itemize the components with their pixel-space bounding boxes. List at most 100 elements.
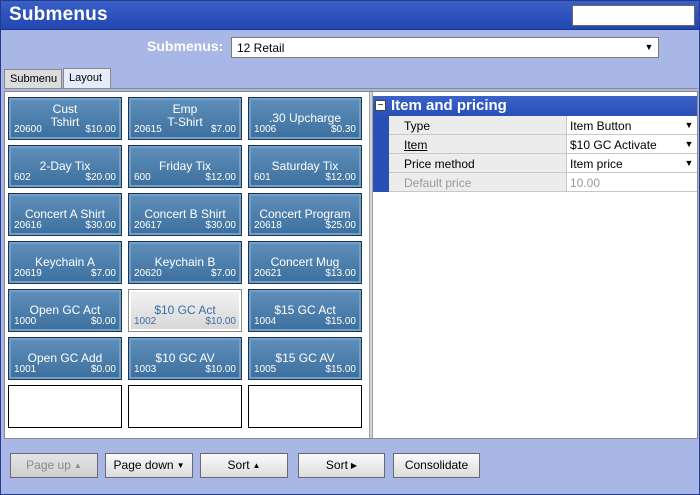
button-label: Page down [113, 458, 174, 472]
button-code: 1002 [134, 316, 157, 327]
button-price: $7.00 [90, 268, 116, 279]
button-code: 1001 [14, 364, 37, 375]
menu-button[interactable]: Open GC Add 1001 $0.00 [8, 337, 122, 380]
menu-button[interactable]: Concert Program 20618 $25.00 [248, 193, 362, 236]
consolidate-button[interactable]: Consolidate [393, 453, 480, 478]
button-code: 20621 [254, 268, 282, 279]
menu-button[interactable]: Open GC Act 1000 $0.00 [8, 289, 122, 332]
menu-button[interactable]: Emp T-Shirt 20615 $7.00 [128, 97, 242, 140]
property-grid: − Item and pricing Type Item Button ▼ Item $… [373, 92, 697, 438]
button-price: $12.00 [325, 172, 356, 183]
button-label: Consolidate [404, 458, 469, 472]
sort-up-button[interactable]: Sort ▲ [200, 453, 288, 478]
menu-button[interactable]: 2-Day Tix 602 $20.00 [8, 145, 122, 188]
menu-button[interactable]: Cust Tshirt 20600 $10.00 [8, 97, 122, 140]
property-row: Item $10 GC Activate ▼ [373, 135, 697, 154]
item-pricing-header[interactable]: − Item and pricing [373, 96, 697, 116]
section-title: Item and pricing [391, 97, 507, 114]
button-price: $7.00 [210, 268, 236, 279]
button-price: $13.00 [325, 268, 356, 279]
submenu-select[interactable]: 12 Retail ▼ [231, 37, 659, 58]
button-price: $30.00 [205, 220, 236, 231]
button-code: 1005 [254, 364, 277, 375]
empty-button-slot[interactable] [248, 385, 362, 428]
property-row: Default price 10.00 [373, 173, 697, 192]
menu-button[interactable]: $10 GC Act 1002 $10.00 [128, 289, 242, 332]
property-key: Item [389, 135, 566, 154]
empty-button-slot[interactable] [8, 385, 122, 428]
menu-button[interactable]: $10 GC AV 1003 $10.00 [128, 337, 242, 380]
bottom-toolbar: Page up ▲ Page down ▼ Sort ▲ Sort ▶ Consolidate [1, 441, 699, 494]
submenu-select-value: 12 Retail [237, 41, 285, 55]
chevron-down-icon[interactable]: ▼ [682, 117, 696, 133]
button-price: $10.00 [205, 364, 236, 375]
property-value-text: $10 GC Activate [570, 138, 657, 152]
submenus-label: Submenus: [147, 38, 224, 54]
tab-layout[interactable]: Layout [63, 68, 111, 89]
button-price: $15.00 [325, 316, 356, 327]
menu-button[interactable]: Keychain B 20620 $7.00 [128, 241, 242, 284]
arrow-up-icon: ▲ [252, 461, 261, 470]
property-key: Type [389, 116, 566, 135]
arrow-up-icon: ▲ [73, 461, 82, 470]
button-label: Sort [325, 458, 348, 472]
page-up-button[interactable]: Page up ▲ [10, 453, 98, 478]
button-label: Page up [26, 458, 71, 472]
button-price: $25.00 [325, 220, 356, 231]
button-price: $0.00 [90, 364, 116, 375]
property-row: Type Item Button ▼ [373, 116, 697, 135]
property-value[interactable]: Item price ▼ [566, 154, 697, 173]
chevron-down-icon[interactable]: ▼ [641, 39, 657, 56]
menu-button[interactable]: $15 GC AV 1005 $15.00 [248, 337, 362, 380]
menu-button[interactable]: Keychain A 20619 $7.00 [8, 241, 122, 284]
menu-button[interactable]: Concert B Shirt 20617 $30.00 [128, 193, 242, 236]
button-code: 20618 [254, 220, 282, 231]
button-code: 1003 [134, 364, 157, 375]
button-label: Sort [227, 458, 250, 472]
title-bar: Submenus [1, 1, 699, 30]
property-value-text: Item price [570, 157, 623, 171]
layout-panel: Cust Tshirt 20600 $10.00 Emp T-Shirt 20615 $7.0… [4, 91, 698, 439]
property-value-text: 10.00 [570, 176, 601, 190]
submenus-window: Submenus Submenus: 12 Retail ▼ Submenu L… [0, 0, 700, 495]
button-price: $30.00 [85, 220, 116, 231]
menu-button[interactable]: Concert A Shirt 20616 $30.00 [8, 193, 122, 236]
menu-button[interactable]: .30 Upcharge 1006 $0.30 [248, 97, 362, 140]
search-input[interactable] [572, 5, 695, 26]
menu-button[interactable]: $15 GC Act 1004 $15.00 [248, 289, 362, 332]
menu-button[interactable]: Concert Mug 20621 $13.00 [248, 241, 362, 284]
property-value: 10.00 [566, 173, 697, 192]
button-code: 20619 [14, 268, 42, 279]
button-code: 20620 [134, 268, 162, 279]
row-gutter [373, 173, 389, 192]
property-value[interactable]: $10 GC Activate ▼ [566, 135, 697, 154]
button-price: $20.00 [85, 172, 116, 183]
row-gutter [373, 135, 389, 154]
chevron-down-icon[interactable]: ▼ [682, 155, 696, 171]
property-value[interactable]: Item Button ▼ [566, 116, 697, 135]
property-value-text: Item Button [570, 119, 632, 133]
property-key: Price method [389, 154, 566, 173]
submenu-selector-bar: Submenus: 12 Retail ▼ [1, 30, 699, 64]
button-code: 1004 [254, 316, 277, 327]
chevron-down-icon[interactable]: ▼ [682, 136, 696, 152]
tab-submenu[interactable]: Submenu [4, 69, 62, 89]
menu-button[interactable]: Saturday Tix 601 $12.00 [248, 145, 362, 188]
menu-button[interactable]: Friday Tix 600 $12.00 [128, 145, 242, 188]
button-price: $12.00 [205, 172, 236, 183]
sort-right-button[interactable]: Sort ▶ [298, 453, 385, 478]
button-code: 20600 [14, 124, 42, 135]
button-code: 602 [14, 172, 31, 183]
button-price: $7.00 [210, 124, 236, 135]
empty-button-slot[interactable] [128, 385, 242, 428]
arrow-down-icon: ▼ [176, 461, 185, 470]
button-code: 601 [254, 172, 271, 183]
tab-divider [4, 88, 698, 89]
arrow-right-icon: ▶ [350, 461, 358, 470]
button-code: 1006 [254, 124, 277, 135]
button-price: $0.00 [90, 316, 116, 327]
collapse-icon[interactable]: − [375, 100, 386, 111]
page-down-button[interactable]: Page down ▼ [105, 453, 193, 478]
button-code: 600 [134, 172, 151, 183]
row-gutter [373, 154, 389, 173]
